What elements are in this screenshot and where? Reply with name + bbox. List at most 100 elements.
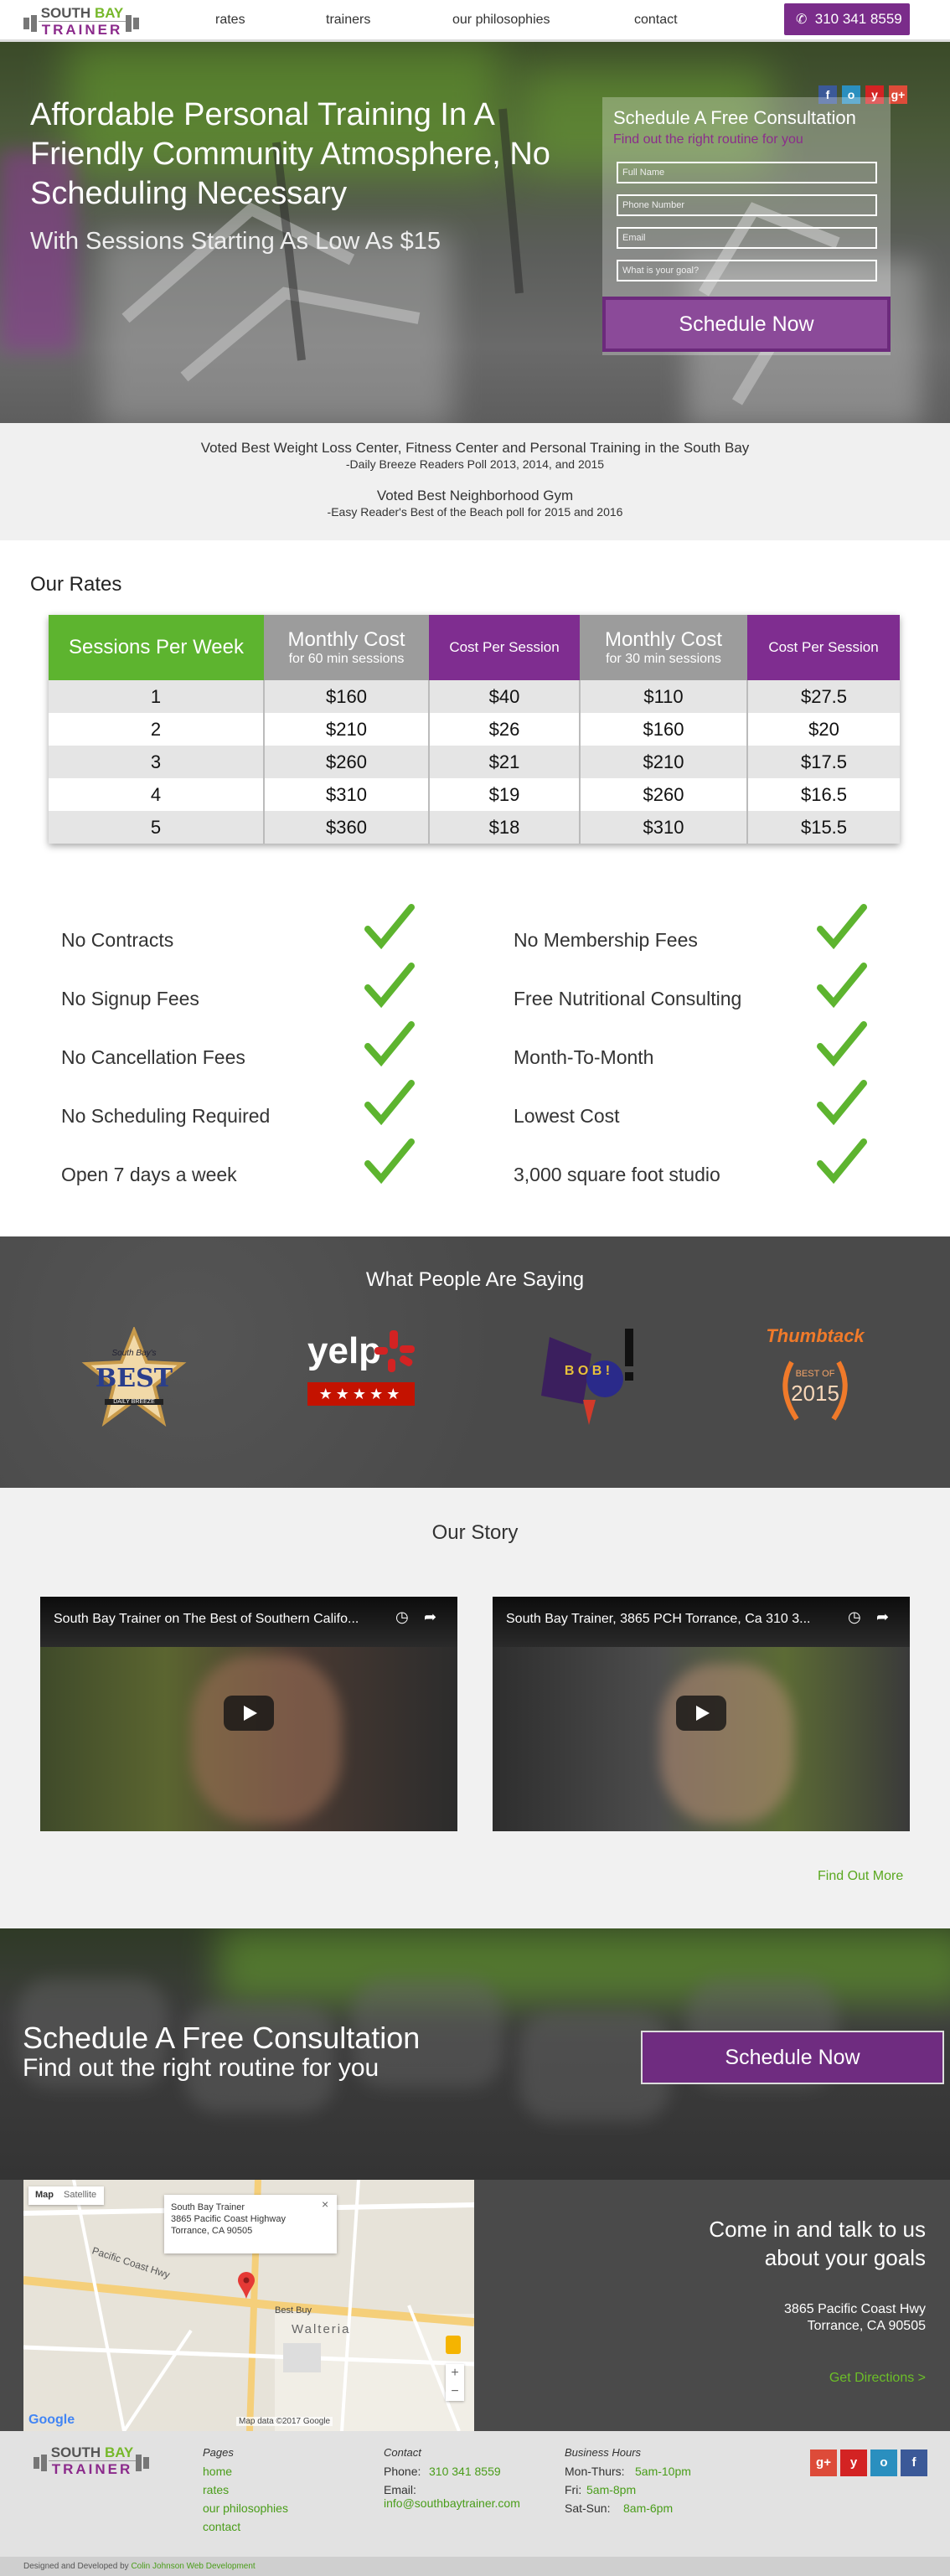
- map-info-popup: South Bay Trainer 3865 Pacific Coast Hig…: [164, 2195, 337, 2253]
- share-icon[interactable]: ➦: [876, 1608, 889, 1626]
- credit-link[interactable]: Colin Johnson Web Development: [131, 2562, 255, 2571]
- email-input[interactable]: [617, 227, 877, 249]
- phone-number-input[interactable]: [617, 194, 877, 216]
- cell: $26: [429, 713, 581, 746]
- instagram-icon[interactable]: o: [870, 2450, 897, 2476]
- get-directions-link[interactable]: Get Directions >: [754, 2371, 926, 2386]
- yelp-stars: ★★★★★: [307, 1382, 415, 1406]
- footer-email-link[interactable]: info@southbaytrainer.com: [384, 2496, 520, 2510]
- close-icon[interactable]: ×: [322, 2198, 328, 2210]
- cell: $260: [580, 778, 748, 811]
- consultation-cta-section: Schedule A Free Consultation Find out th…: [0, 1928, 950, 2180]
- footer-logo[interactable]: SOUTH BAY TRAINER: [34, 2443, 149, 2478]
- feature-item: No Scheduling Required: [61, 1105, 271, 1127]
- logo-bottom-text: TRAINER: [39, 21, 126, 39]
- cell: $210: [264, 713, 430, 746]
- video-player-1[interactable]: South Bay Trainer on The Best of Souther…: [40, 1597, 457, 1831]
- checkmark-icon: [364, 1021, 415, 1066]
- nav-link-rates[interactable]: rates: [215, 13, 245, 28]
- footer-link-contact[interactable]: contact: [203, 2520, 240, 2533]
- cell: $27.5: [747, 680, 900, 713]
- cell: $20: [747, 713, 900, 746]
- checkmark-icon: [817, 963, 867, 1008]
- thumbtack-logo[interactable]: Thumbtack BEST OF 2015: [761, 1325, 870, 1430]
- checkmark-icon: [364, 963, 415, 1008]
- map-pin-icon[interactable]: [238, 2272, 255, 2299]
- hours-time: 8am-6pm: [623, 2501, 674, 2515]
- footer-hours-heading: Business Hours: [565, 2446, 642, 2459]
- full-name-input[interactable]: [617, 162, 877, 183]
- checkmark-icon: [817, 1021, 867, 1066]
- table-row: 2 $210 $26 $160 $20: [49, 713, 900, 746]
- map-copyright: Map data ©2017 Google: [236, 2417, 333, 2426]
- cta-subtitle: Find out the right routine for you: [23, 2054, 379, 2082]
- footer-credit: Designed and Developed by Colin Johnson …: [0, 2557, 950, 2576]
- yelp-icon[interactable]: y: [840, 2450, 867, 2476]
- google-plus-icon[interactable]: g+: [810, 2450, 837, 2476]
- rates-header-row: Sessions Per Week Monthly Cost for 60 min…: [49, 615, 900, 680]
- cell: $210: [580, 746, 748, 778]
- cell: 3: [49, 746, 265, 778]
- logo-dumbbell-left-inner: [31, 15, 37, 32]
- yelp-logo[interactable]: yelp ★★★★★: [304, 1330, 417, 1410]
- clock-icon[interactable]: ◷: [848, 1608, 861, 1626]
- footer-contact-heading: Contact: [384, 2446, 421, 2459]
- nav-link-contact[interactable]: contact: [634, 13, 678, 28]
- footer-link-home[interactable]: home: [203, 2465, 232, 2478]
- footer-link-philosophies[interactable]: our philosophies: [203, 2501, 288, 2515]
- footer: SOUTH BAY TRAINER Pages home rates our p…: [0, 2431, 950, 2557]
- footer-link-rates[interactable]: rates: [203, 2483, 229, 2496]
- map-tab[interactable]: Map: [35, 2190, 54, 2200]
- logo-dumbbell-left: [34, 2457, 39, 2469]
- award-line-3: Voted Best Neighborhood Gym: [376, 488, 574, 503]
- google-plus-icon[interactable]: g+: [889, 85, 907, 104]
- google-map[interactable]: Map Satellite South Bay Trainer 3865 Pac…: [23, 2180, 474, 2431]
- nav-link-philosophies[interactable]: our philosophies: [452, 13, 550, 28]
- share-icon[interactable]: ➦: [424, 1608, 436, 1626]
- best-logo-bottom: DAILY BREEZE: [105, 1399, 163, 1405]
- best-logo-word: BEST: [95, 1364, 173, 1393]
- street-view-icon[interactable]: [446, 2336, 461, 2354]
- checkmark-icon: [817, 904, 867, 949]
- yelp-logo-text: yelp: [307, 1330, 382, 1371]
- cta-schedule-now-button[interactable]: Schedule Now: [641, 2031, 944, 2084]
- cell: $40: [429, 680, 581, 713]
- cell: $15.5: [747, 811, 900, 844]
- feature-item: No Signup Fees: [61, 988, 199, 1009]
- clock-icon[interactable]: ◷: [395, 1608, 409, 1626]
- footer-phone-link[interactable]: 310 341 8559: [429, 2465, 501, 2478]
- find-out-more-link[interactable]: Find Out More: [818, 1869, 903, 1884]
- footer-logo-top: SOUTH BAY: [50, 2444, 134, 2460]
- feature-item: Free Nutritional Consulting: [514, 988, 742, 1009]
- zoom-controls[interactable]: + −: [446, 2364, 464, 2401]
- cell: $110: [580, 680, 748, 713]
- facebook-icon[interactable]: f: [901, 2450, 927, 2476]
- cell: $260: [264, 746, 430, 778]
- feature-item: No Cancellation Fees: [61, 1046, 245, 1068]
- checkmark-icon: [364, 904, 415, 949]
- video-player-2[interactable]: South Bay Trainer, 3865 PCH Torrance, Ca…: [493, 1597, 910, 1831]
- area-label: Walteria: [292, 2322, 351, 2336]
- table-row: 1 $160 $40 $110 $27.5: [49, 680, 900, 713]
- nav-link-trainers[interactable]: trainers: [326, 13, 370, 28]
- logo[interactable]: SOUTH BAY TRAINER: [23, 3, 139, 39]
- checkmark-icon: [817, 1138, 867, 1184]
- top-navbar: SOUTH BAY TRAINER rates trainers our phi…: [0, 0, 950, 42]
- footer-logo-bottom: TRAINER: [49, 2460, 136, 2478]
- bob-logo[interactable]: B O B !: [533, 1320, 642, 1429]
- play-icon[interactable]: [676, 1696, 726, 1731]
- satellite-tab[interactable]: Satellite: [64, 2190, 96, 2200]
- play-icon[interactable]: [224, 1696, 274, 1731]
- checkmark-icon: [364, 1080, 415, 1125]
- bob-logo-text: B O B !: [564, 1364, 611, 1378]
- goal-input[interactable]: [617, 260, 877, 281]
- cell: 1: [49, 680, 265, 713]
- phone-button[interactable]: ✆ 310 341 8559: [784, 3, 910, 35]
- best-of-south-bay-logo[interactable]: South Bay's BEST DAILY BREEZE: [80, 1327, 188, 1427]
- yelp-burst-icon: [374, 1330, 415, 1372]
- popup-name: South Bay Trainer: [171, 2202, 245, 2212]
- checkmark-icon: [364, 1138, 415, 1184]
- schedule-now-button[interactable]: Schedule Now: [602, 297, 891, 352]
- popup-addr1: 3865 Pacific Coast Highway: [171, 2214, 286, 2224]
- phone-icon: ✆: [796, 13, 808, 27]
